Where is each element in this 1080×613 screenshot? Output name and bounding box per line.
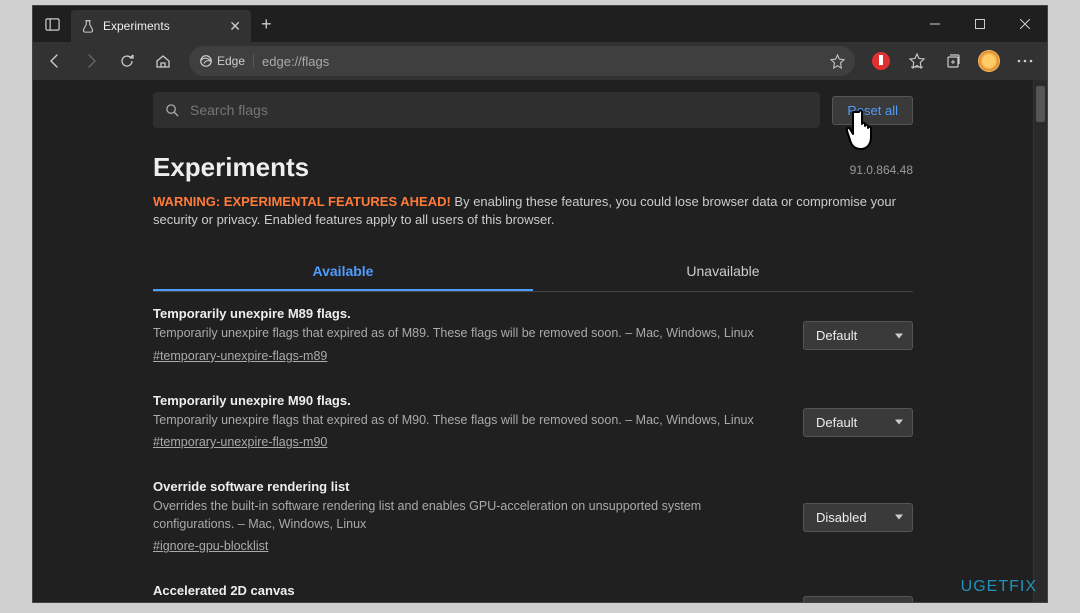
edge-badge: Edge xyxy=(199,54,254,68)
browser-tab[interactable]: Experiments ✕ xyxy=(71,10,251,42)
extension-icon[interactable] xyxy=(865,45,897,77)
favorites-icon[interactable] xyxy=(901,45,933,77)
flag-title: Temporarily unexpire M89 flags. xyxy=(153,306,783,321)
tab-actions-icon[interactable] xyxy=(33,17,71,32)
flag-list: Temporarily unexpire M89 flags. Temporari… xyxy=(153,292,913,602)
tab-available[interactable]: Available xyxy=(153,253,533,291)
flag-state-select[interactable]: Disabled xyxy=(803,503,913,532)
page-title: Experiments xyxy=(153,152,913,183)
minimize-button[interactable] xyxy=(912,8,957,40)
flag-title: Accelerated 2D canvas xyxy=(153,583,783,598)
maximize-button[interactable] xyxy=(957,8,1002,40)
favorite-star-icon[interactable] xyxy=(830,54,845,69)
scrollbar[interactable] xyxy=(1033,80,1047,602)
url-text: edge://flags xyxy=(262,54,822,69)
flag-tabs: Available Unavailable xyxy=(153,253,913,292)
tab-unavailable[interactable]: Unavailable xyxy=(533,253,913,291)
warning-lead: WARNING: EXPERIMENTAL FEATURES AHEAD! xyxy=(153,194,451,209)
flag-row: Temporarily unexpire M89 flags. Temporari… xyxy=(153,292,913,379)
collections-icon[interactable] xyxy=(937,45,969,77)
flag-description: Overrides the built-in software renderin… xyxy=(153,498,783,533)
flag-anchor-link[interactable]: #temporary-unexpire-flags-m89 xyxy=(153,349,327,363)
flag-title: Override software rendering list xyxy=(153,479,783,494)
home-button[interactable] xyxy=(147,45,179,77)
tab-title: Experiments xyxy=(103,19,221,33)
search-icon xyxy=(165,103,180,118)
new-tab-button[interactable]: + xyxy=(251,14,282,35)
addressbar[interactable]: Edge edge://flags xyxy=(189,46,855,76)
titlebar: Experiments ✕ + xyxy=(33,6,1047,42)
watermark: UGETFIX xyxy=(961,578,1037,596)
flag-row: Accelerated 2D canvasEnables the use of … xyxy=(153,569,913,602)
flag-anchor-link[interactable]: #temporary-unexpire-flags-m90 xyxy=(153,435,327,449)
browser-window: Experiments ✕ + Edge edge://flags xyxy=(32,5,1048,603)
menu-button[interactable] xyxy=(1009,45,1041,77)
flag-title: Temporarily unexpire M90 flags. xyxy=(153,393,783,408)
refresh-button[interactable] xyxy=(111,45,143,77)
page-content: Reset all Experiments 91.0.864.48 WARNIN… xyxy=(33,80,1033,602)
search-flags-box[interactable] xyxy=(153,92,820,128)
forward-button[interactable] xyxy=(75,45,107,77)
toolbar: Edge edge://flags xyxy=(33,42,1047,80)
reset-all-button[interactable]: Reset all xyxy=(832,96,913,125)
flag-description: Temporarily unexpire flags that expired … xyxy=(153,412,783,430)
version-label: 91.0.864.48 xyxy=(850,163,913,177)
flag-anchor-link[interactable]: #ignore-gpu-blocklist xyxy=(153,539,268,553)
close-window-button[interactable] xyxy=(1002,8,1047,40)
profile-avatar[interactable] xyxy=(973,45,1005,77)
search-input[interactable] xyxy=(190,102,808,118)
flag-description: Temporarily unexpire flags that expired … xyxy=(153,325,783,343)
flag-state-select[interactable]: Default xyxy=(803,321,913,350)
flag-row: Override software rendering list Override… xyxy=(153,465,913,569)
tab-close-button[interactable]: ✕ xyxy=(229,18,241,35)
flask-icon xyxy=(81,19,95,33)
flag-state-select[interactable]: Default xyxy=(803,408,913,437)
edge-icon xyxy=(199,54,213,68)
edge-label: Edge xyxy=(217,54,245,68)
back-button[interactable] xyxy=(39,45,71,77)
warning-text: WARNING: EXPERIMENTAL FEATURES AHEAD! By… xyxy=(153,193,913,229)
scrollbar-thumb[interactable] xyxy=(1036,86,1045,122)
flag-state-select[interactable]: Enabled xyxy=(803,596,913,602)
window-controls xyxy=(912,8,1047,40)
flag-row: Temporarily unexpire M90 flags. Temporari… xyxy=(153,379,913,466)
